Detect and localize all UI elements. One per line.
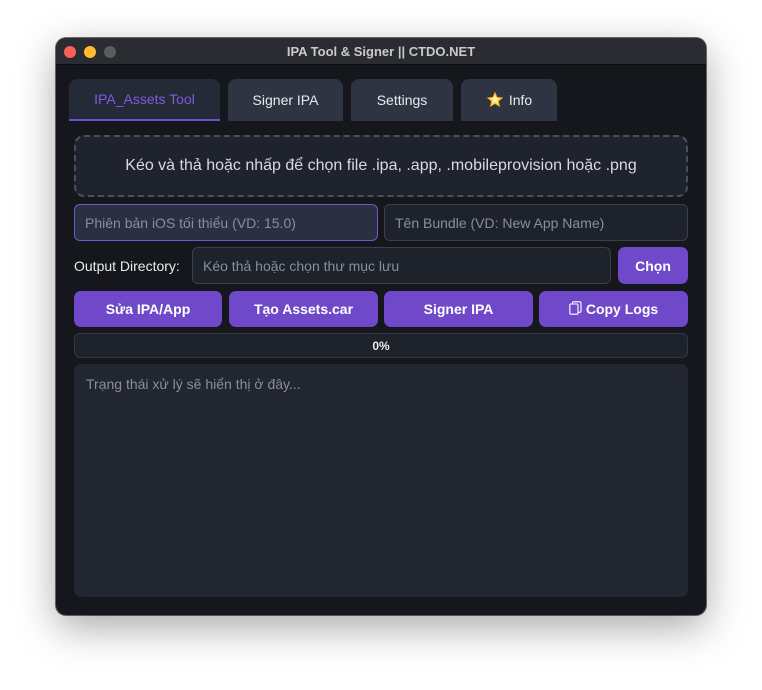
tab-settings[interactable]: Settings [351, 79, 453, 121]
fix-ipa-app-button[interactable]: Sửa IPA/App [74, 291, 222, 327]
create-assets-car-label: Tạo Assets.car [253, 301, 354, 317]
window-title: IPA Tool & Signer || CTDO.NET [286, 44, 476, 59]
tab-label: IPA_Assets Tool [94, 91, 195, 107]
output-directory-input[interactable] [192, 247, 611, 284]
log-placeholder-text: Trạng thái xử lý sẽ hiển thị ở đây... [86, 376, 301, 392]
create-assets-car-button[interactable]: Tạo Assets.car [229, 291, 378, 327]
tab-ipa-assets-tool[interactable]: IPA_Assets Tool [69, 79, 220, 121]
signer-ipa-label: Signer IPA [423, 301, 494, 317]
fix-ipa-app-label: Sửa IPA/App [105, 301, 191, 317]
copy-logs-button[interactable]: Copy Logs [539, 291, 688, 327]
drop-zone-text: Kéo và thả hoặc nhấp để chọn file .ipa, … [125, 157, 637, 174]
app-window: IPA Tool & Signer || CTDO.NET IPA_Assets… [56, 38, 706, 615]
copy-logs-label: Copy Logs [585, 301, 659, 317]
tab-label: Settings [376, 92, 428, 108]
output-directory-label: Output Directory: [74, 258, 180, 274]
tab-label: Signer IPA [252, 92, 319, 108]
tab-info[interactable]: Info [461, 79, 557, 121]
tab-label: Info [508, 92, 533, 108]
clipboard-icon [569, 300, 582, 318]
status-log-area[interactable]: Trạng thái xử lý sẽ hiển thị ở đây... [74, 364, 688, 597]
title-bar: IPA Tool & Signer || CTDO.NET [56, 38, 706, 65]
choose-directory-label: Chọn [635, 257, 671, 274]
file-drop-zone[interactable]: Kéo và thả hoặc nhấp để chọn file .ipa, … [74, 135, 688, 197]
tab-signer-ipa[interactable]: Signer IPA [228, 79, 343, 121]
min-ios-version-input[interactable] [74, 204, 378, 241]
progress-text: 0% [372, 338, 390, 353]
progress-bar: 0% [74, 333, 688, 358]
choose-directory-button[interactable]: Chọn [618, 247, 688, 284]
signer-ipa-button[interactable]: Signer IPA [384, 291, 533, 327]
bundle-name-input[interactable] [384, 204, 688, 241]
star-icon [486, 91, 504, 109]
